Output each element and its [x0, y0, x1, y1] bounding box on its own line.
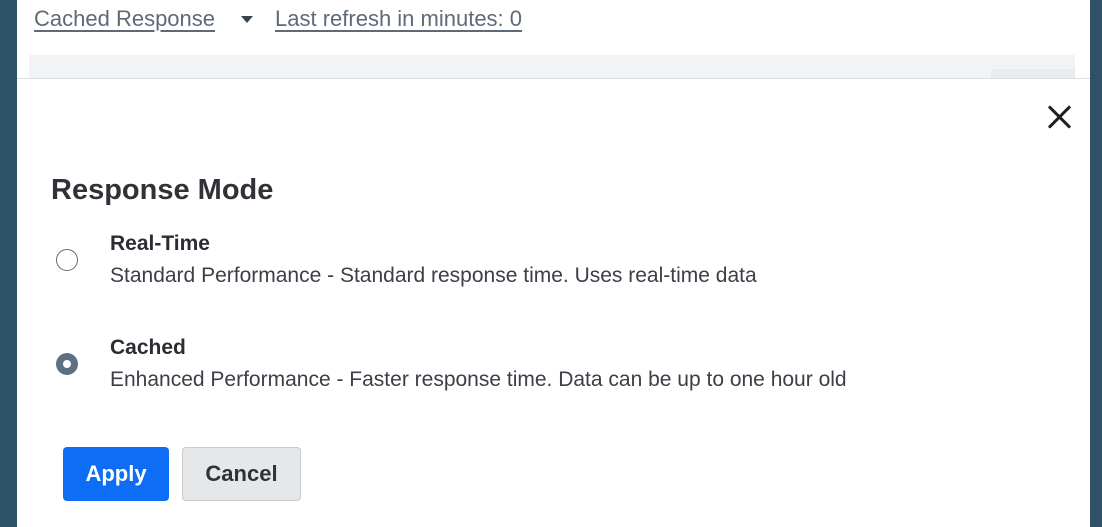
response-mode-link[interactable]: Cached Response	[34, 6, 215, 32]
option-label: Real-Time	[110, 232, 210, 255]
toolbar-controls: Cached Response Last refresh in minutes:…	[34, 6, 522, 32]
content-strip	[29, 55, 1075, 79]
caret-down-icon[interactable]	[241, 15, 254, 23]
apply-button[interactable]: Apply	[63, 447, 169, 501]
option-description: Enhanced Performance - Faster response t…	[110, 368, 847, 391]
close-icon[interactable]	[1042, 99, 1078, 135]
option-label: Cached	[110, 336, 186, 359]
top-toolbar: Cached Response Last refresh in minutes:…	[17, 0, 1090, 80]
option-description: Standard Performance - Standard response…	[110, 264, 757, 287]
radio-cached[interactable]	[56, 353, 78, 375]
radio-real-time[interactable]	[56, 249, 78, 271]
response-mode-dialog: Response Mode Real-Time Standard Perform…	[17, 79, 1090, 527]
cancel-button[interactable]: Cancel	[182, 447, 301, 501]
scrollbar-track	[991, 69, 1075, 79]
last-refresh-link[interactable]: Last refresh in minutes: 0	[275, 6, 522, 32]
dialog-title: Response Mode	[51, 174, 274, 206]
